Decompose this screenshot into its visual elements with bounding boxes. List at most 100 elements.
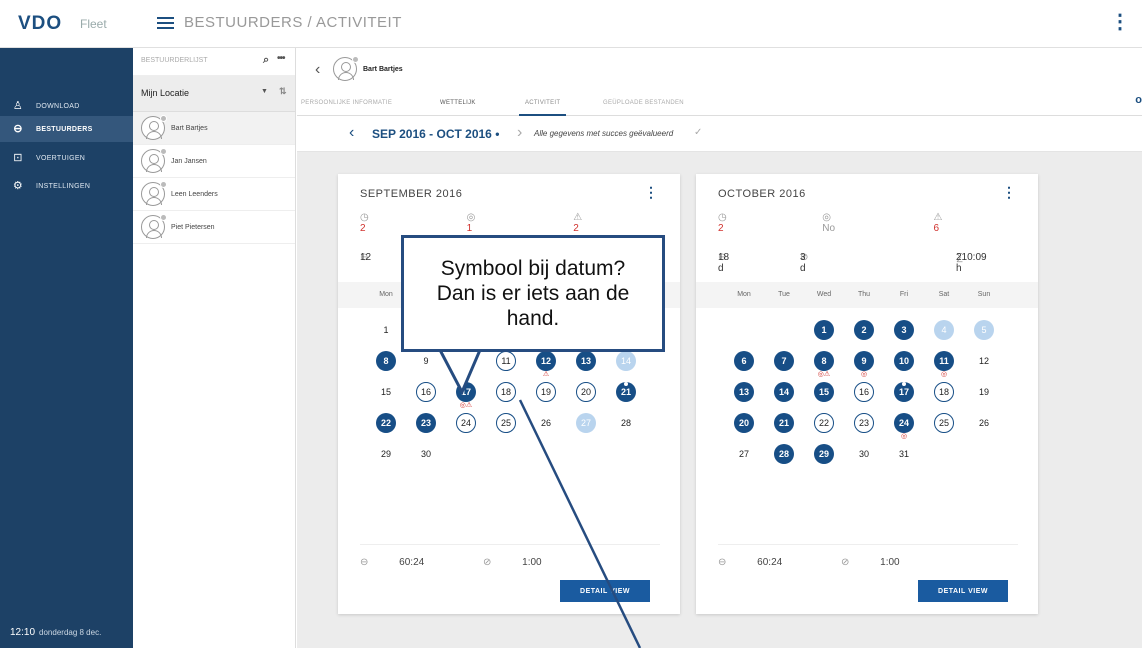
calendar-day[interactable]: 15: [366, 382, 406, 413]
calendar-day[interactable]: 31: [884, 444, 924, 475]
sidebar-item-voertuigen[interactable]: ⊡ VOERTUIGEN: [0, 145, 133, 171]
caret-down-icon[interactable]: ▼: [261, 88, 268, 95]
driver-row[interactable]: Jan Jansen: [133, 145, 295, 178]
driver-row[interactable]: Bart Bartjes: [133, 112, 295, 145]
calendar-day[interactable]: 1: [366, 320, 406, 351]
more-horizontal-icon[interactable]: •••: [277, 53, 285, 64]
calendar-day[interactable]: 22: [804, 413, 844, 444]
driver-row[interactable]: Leen Leenders: [133, 178, 295, 211]
calendar-day[interactable]: 6: [724, 351, 764, 382]
driver-row[interactable]: Piet Pietersen: [133, 211, 295, 244]
calendar-day[interactable]: 25: [486, 413, 526, 444]
calendar-day[interactable]: 25: [924, 413, 964, 444]
avatar: [141, 148, 167, 173]
driver-icon: ⊖: [13, 122, 23, 135]
breadcrumb: BESTUURDERS / ACTIVITEIT: [184, 14, 402, 31]
calendar-day[interactable]: 16: [406, 382, 446, 413]
calendar-day[interactable]: 28: [764, 444, 804, 475]
chevron-right-icon[interactable]: ›: [517, 124, 522, 142]
calendar-week: 27 28 29 30 31: [724, 444, 1004, 475]
calendar-day[interactable]: 23: [406, 413, 446, 444]
calendar-day[interactable]: 29: [366, 444, 406, 475]
calendar-day[interactable]: 26: [526, 413, 566, 444]
total-rest: ⊘ 1:00: [482, 557, 542, 568]
calendar-day[interactable]: 3: [884, 320, 924, 351]
settings-circle-icon[interactable]: o: [1135, 94, 1142, 106]
month-footer: ⊖ 60:24 ⊘ 1:00: [718, 544, 1018, 568]
more-vertical-icon[interactable]: ⋮: [1002, 184, 1016, 201]
calendar-day[interactable]: 16: [844, 382, 884, 413]
calendar-day[interactable]: 9: [406, 351, 446, 382]
calendar-day[interactable]: 14: [606, 351, 646, 382]
calendar-day[interactable]: 4: [924, 320, 964, 351]
calendar-day[interactable]: 23: [844, 413, 884, 444]
tab-persoonlijke-informatie[interactable]: PERSOONLIJKE INFORMATIE: [301, 100, 392, 106]
day-number: 4: [934, 320, 954, 340]
location-selector[interactable]: Mijn Locatie ▼ ⇅: [133, 76, 295, 112]
chevron-left-icon[interactable]: ‹: [349, 124, 354, 142]
stat-warning: ⚠ 2: [573, 212, 583, 234]
calendar-day[interactable]: 29: [804, 444, 844, 475]
calendar-day[interactable]: 11: [486, 351, 526, 382]
calendar-day[interactable]: 1: [804, 320, 844, 351]
calendar-day[interactable]: 19: [964, 382, 1004, 413]
detail-view-button[interactable]: DETAIL VIEW: [918, 580, 1008, 602]
tab-wettelijk[interactable]: WETTELIJK: [440, 100, 476, 106]
calendar-day[interactable]: 14: [764, 382, 804, 413]
calendar-day[interactable]: 17: [884, 382, 924, 413]
calendar-day[interactable]: 8: [366, 351, 406, 382]
calendar-day[interactable]: 13: [724, 382, 764, 413]
calendar-day[interactable]: 30: [406, 444, 446, 475]
calendar-day[interactable]: 27: [724, 444, 764, 475]
calendar-day[interactable]: 22: [366, 413, 406, 444]
calendar-day[interactable]: 15: [804, 382, 844, 413]
calendar-day[interactable]: 5: [964, 320, 1004, 351]
calendar-day[interactable]: 30: [844, 444, 884, 475]
calendar-day[interactable]: 13: [566, 351, 606, 382]
warning-icon: ⚠: [573, 212, 583, 223]
detail-view-button[interactable]: DETAIL VIEW: [560, 580, 650, 602]
calendar-day[interactable]: 7: [764, 351, 804, 382]
calendar-day[interactable]: 20: [566, 382, 606, 413]
calendar-day[interactable]: 19: [526, 382, 566, 413]
hamburger-menu-icon[interactable]: [157, 17, 174, 29]
calendar-day[interactable]: 24 ◎: [884, 413, 924, 444]
sidebar-item-label: BESTUURDERS: [36, 125, 93, 133]
tab-activiteit[interactable]: ACTIVITEIT: [518, 100, 567, 116]
calendar-day[interactable]: 17 ◎⚠: [446, 382, 486, 413]
calendar-day[interactable]: 11 ◎: [924, 351, 964, 382]
day-number: 29: [814, 444, 834, 464]
day-number: 17: [456, 382, 476, 402]
calendar-day[interactable]: 12: [964, 351, 1004, 382]
day-number: 14: [774, 382, 794, 402]
calendar-day[interactable]: 10: [884, 351, 924, 382]
calendar-day[interactable]: 26: [964, 413, 1004, 444]
back-icon[interactable]: ‹: [315, 61, 320, 79]
calendar-day[interactable]: 18: [486, 382, 526, 413]
more-vertical-icon[interactable]: ⋮: [1110, 12, 1130, 32]
day-number: 16: [854, 382, 874, 402]
sidebar-item-instellingen[interactable]: ⚙ INSTELLINGEN: [0, 173, 133, 199]
calendar-day[interactable]: 28: [606, 413, 646, 444]
calendar-day[interactable]: 21: [606, 382, 646, 413]
tab-geuploade-bestanden[interactable]: GEÜPLOADE BESTANDEN: [603, 100, 684, 106]
calendar-day[interactable]: 24: [446, 413, 486, 444]
clock-date: donderdag 8 dec.: [39, 628, 102, 637]
day-number: 22: [376, 413, 396, 433]
calendar-day[interactable]: 2: [844, 320, 884, 351]
period-label[interactable]: SEP 2016 - OCT 2016 •: [372, 127, 499, 141]
calendar-day[interactable]: 12 ⚠: [526, 351, 566, 382]
calendar-day[interactable]: 9 ◎: [844, 351, 884, 382]
driver-name: Bart Bartjes: [171, 124, 208, 132]
calendar-day[interactable]: 21: [764, 413, 804, 444]
calendar-day[interactable]: 18: [924, 382, 964, 413]
clock-warning-icon: ◷: [360, 212, 369, 223]
search-icon[interactable]: ⌕: [263, 54, 269, 67]
calendar-day[interactable]: 8 ◎⚠: [804, 351, 844, 382]
calendar-day[interactable]: 27: [566, 413, 606, 444]
stat-tacho: ◎ 1: [466, 212, 476, 234]
sort-icon[interactable]: ⇅: [279, 86, 287, 97]
more-vertical-icon[interactable]: ⋮: [644, 184, 658, 201]
calendar-day[interactable]: 20: [724, 413, 764, 444]
sidebar-item-bestuurders[interactable]: ⊖ BESTUURDERS: [0, 116, 133, 142]
